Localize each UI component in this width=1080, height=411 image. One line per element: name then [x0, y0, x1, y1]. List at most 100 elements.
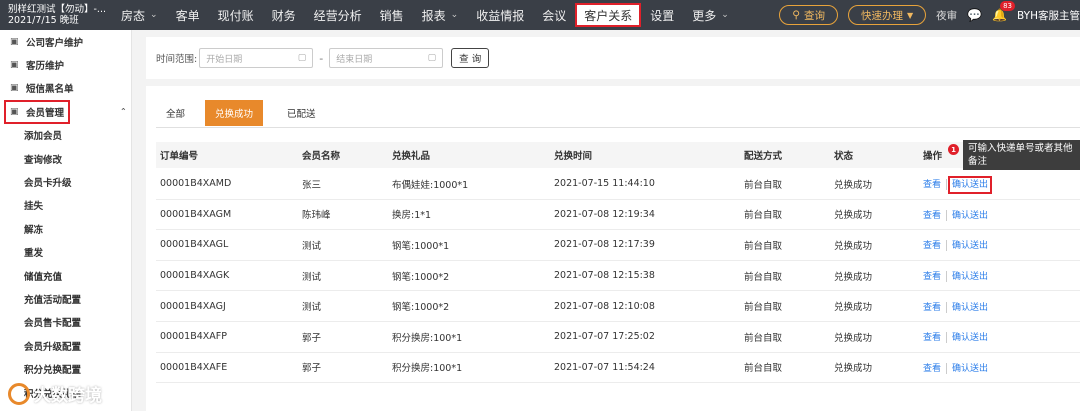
confirm-delivery-link[interactable]: 确认送出: [952, 241, 988, 251]
start-date-input[interactable]: 开始日期 ▢: [199, 48, 314, 68]
confirm-delivery-link[interactable]: 确认送出: [952, 211, 988, 221]
menu-item[interactable]: 客户关系: [575, 3, 642, 27]
view-link[interactable]: 查看: [923, 364, 941, 374]
action-divider: [946, 209, 948, 221]
action-divider: [946, 332, 948, 344]
sidebar-group[interactable]: ▣ 客历维护: [0, 53, 131, 76]
menu-item-label: 收益情报: [476, 8, 525, 23]
end-date-input[interactable]: 结束日期 ▢: [329, 48, 444, 68]
menu-item-label: 报表: [421, 8, 446, 23]
confirm-delivery-link[interactable]: 确认送出: [948, 176, 993, 195]
sidebar-item[interactable]: 查询修改: [0, 147, 131, 170]
view-link[interactable]: 查看: [923, 303, 941, 313]
menu-item[interactable]: 财务: [263, 0, 305, 30]
menu-item[interactable]: 收益情报: [467, 0, 533, 30]
menu-item[interactable]: 经营分析: [305, 0, 371, 30]
table-cell: 郭子: [302, 332, 322, 344]
sidebar-item[interactable]: 重发: [0, 241, 131, 264]
sidebar-item-label: 公司客户维护: [26, 37, 84, 49]
tab[interactable]: 全部: [156, 100, 195, 126]
view-link[interactable]: 查看: [923, 333, 941, 343]
view-link[interactable]: 查看: [923, 272, 941, 282]
menu-item[interactable]: 销售: [371, 0, 413, 30]
column-header: 配送方式: [744, 151, 783, 162]
sidebar-item-label: 充值活动配置: [24, 294, 82, 306]
chevron-down-icon: ⌄: [721, 10, 729, 20]
search-icon: ⚲: [792, 9, 800, 21]
orders-table-body: 00001B4XAMD 张三 布偶娃娃:1000*1 2021-07-15 11:44…: [156, 169, 1080, 384]
user-menu[interactable]: BYH客服主管: [1017, 8, 1080, 23]
start-date-placeholder: 开始日期: [206, 54, 243, 65]
sidebar-item-label: 会员升级配置: [24, 341, 82, 353]
annotation-number-badge: 1: [948, 144, 959, 155]
chat-icon[interactable]: 💬: [967, 8, 982, 22]
sidebar-item[interactable]: 解冻: [0, 217, 131, 240]
sidebar-item-label: 解冻: [24, 224, 44, 236]
sidebar-item[interactable]: 添加会员: [0, 124, 131, 147]
sidebar-group[interactable]: ▣ 短信黑名单: [0, 77, 131, 100]
sidebar-item-label: 储值充值: [24, 271, 63, 283]
sidebar-item[interactable]: 会员卡升级: [0, 170, 131, 193]
search-button[interactable]: ⚲ 查询: [779, 5, 838, 25]
table-cell: 00001B4XAFP: [160, 331, 227, 343]
chevron-down-icon: ⌄: [450, 10, 459, 20]
folder-icon: ▣: [10, 106, 19, 117]
confirm-delivery-link[interactable]: 确认送出: [952, 303, 988, 313]
confirm-delivery-link[interactable]: 确认送出: [952, 333, 988, 343]
table-cell: 兑换成功: [834, 179, 873, 191]
menu-item[interactable]: 现付账: [209, 0, 263, 30]
notification-bell-icon[interactable]: 🔔 83: [992, 1, 1016, 22]
menu-item[interactable]: 更多 ⌄: [683, 0, 738, 30]
table-cell: 00001B4XAGM: [160, 208, 232, 220]
table-cell: 张三: [302, 179, 322, 191]
folder-icon: ▣: [10, 83, 19, 94]
table-cell: 2021-07-08 12:10:08: [554, 300, 655, 312]
sidebar-item[interactable]: 储值充值: [0, 264, 131, 287]
menu-item[interactable]: 会议: [533, 0, 575, 30]
search-label: 查询: [803, 9, 825, 22]
tab-divider: [156, 127, 1080, 128]
column-header: 兑换礼品: [392, 151, 431, 162]
confirm-delivery-link[interactable]: 确认送出: [952, 364, 988, 374]
menu-item[interactable]: 客单: [167, 0, 209, 30]
table-row: 00001B4XAGK 测试 钢笔:1000*2 2021-07-08 12:15:3…: [156, 261, 1080, 292]
sidebar-group[interactable]: ▣ 会员管理 ⌃: [4, 100, 127, 124]
sidebar-item[interactable]: 充值活动配置: [0, 287, 131, 310]
table-cell: 兑换成功: [834, 302, 873, 314]
hotel-switcher[interactable]: 别样红测试【勿动】-... 2021/7/15 晚班: [0, 4, 112, 26]
tab[interactable]: 已配送: [277, 100, 326, 126]
time-range-label: 时间范围:: [156, 54, 198, 65]
night-audit-link[interactable]: 夜审: [936, 8, 957, 23]
view-link[interactable]: 查看: [923, 211, 941, 221]
table-cell: 兑换成功: [834, 332, 873, 344]
quick-action-dropdown[interactable]: 快速办理 ▼: [847, 5, 927, 25]
sidebar-item[interactable]: 会员售卡配置: [0, 311, 131, 334]
chevron-up-icon: ⌃: [120, 107, 127, 117]
main-menu: 房态 ⌄ 客单 现付账 财务 经营分析 销售 报表 ⌄ 收益情报 会议 客户关系 设置 更多 ⌄: [112, 0, 738, 30]
view-link[interactable]: 查看: [923, 241, 941, 251]
notification-count-badge: 83: [1000, 1, 1016, 11]
query-button[interactable]: 查 询: [451, 48, 490, 68]
menu-item[interactable]: 设置: [641, 0, 683, 30]
sidebar-item[interactable]: 挂失: [0, 194, 131, 217]
sidebar-item-label: 会员卡升级: [24, 178, 72, 190]
menu-item-label: 经营分析: [313, 8, 362, 23]
table-cell: 陈玮峰: [302, 210, 331, 222]
column-header: 兑换时间: [554, 151, 593, 162]
watermark-text: 大数跨境: [34, 386, 102, 406]
menu-item-label: 房态: [121, 8, 146, 23]
menu-item-label: 客户关系: [584, 8, 633, 23]
menu-item[interactable]: 报表 ⌄: [413, 0, 468, 30]
sidebar-item-label: 会员售卡配置: [24, 318, 82, 330]
table-cell: 前台自取: [744, 179, 783, 191]
view-link[interactable]: 查看: [923, 180, 941, 190]
tab[interactable]: 兑换成功: [205, 100, 264, 126]
table-row: 00001B4XAGJ 测试 钢笔:1000*2 2021-07-08 12:10:0…: [156, 291, 1080, 322]
sidebar-group[interactable]: ▣ 公司客户维护: [0, 30, 131, 53]
top-nav-bar: 别样红测试【勿动】-... 2021/7/15 晚班 房态 ⌄ 客单 现付账 财务 经营分…: [0, 0, 1080, 30]
menu-item-label: 更多: [692, 8, 717, 23]
sidebar-item[interactable]: 会员升级配置: [0, 334, 131, 357]
table-cell: 00001B4XAGJ: [160, 300, 226, 312]
menu-item[interactable]: 房态 ⌄: [112, 0, 167, 30]
confirm-delivery-link[interactable]: 确认送出: [952, 272, 988, 282]
